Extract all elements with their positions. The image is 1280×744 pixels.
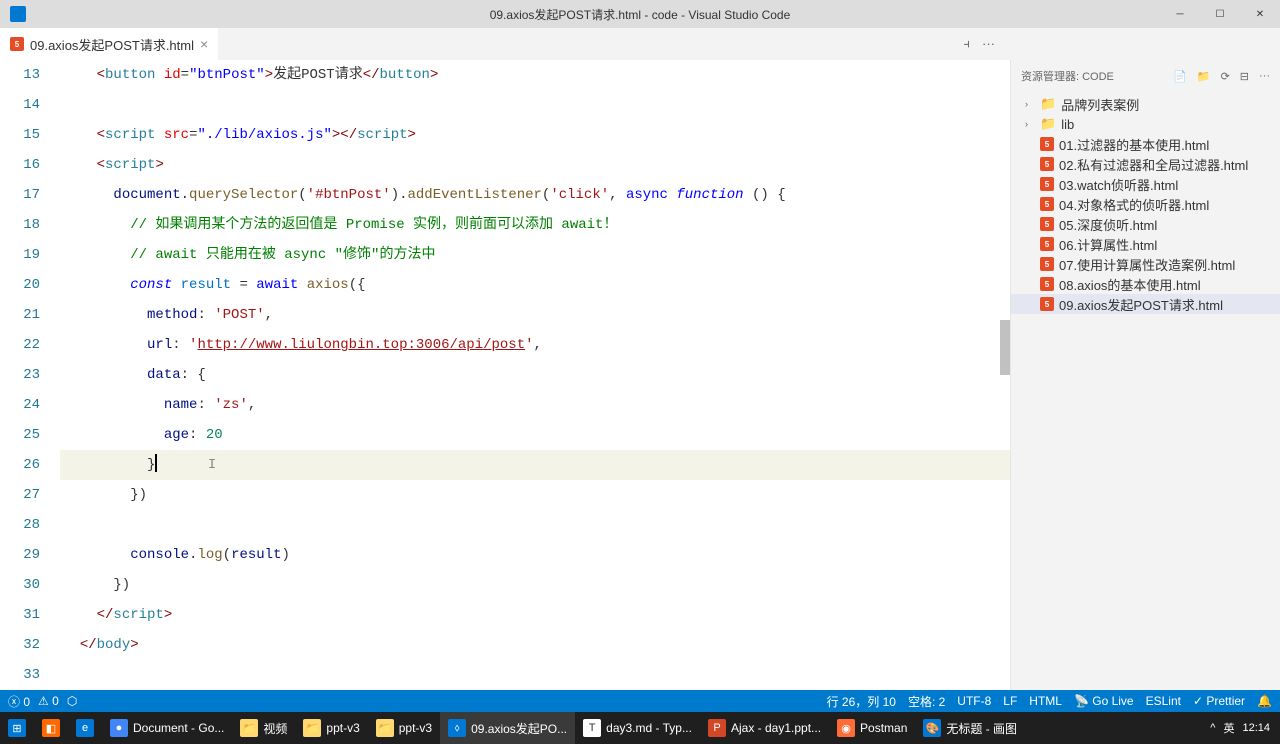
tab-close-icon[interactable]: × — [200, 36, 208, 52]
more-actions-icon[interactable]: ··· — [982, 36, 995, 52]
editor-tab[interactable]: 5 09.axios发起POST请求.html × — [0, 28, 218, 60]
minimize-button[interactable]: ─ — [1160, 0, 1200, 28]
status-encoding[interactable]: UTF-8 — [957, 694, 991, 708]
taskbar-paint[interactable]: 🎨无标题 - 画图 — [915, 712, 1025, 744]
status-eslint[interactable]: ESLint — [1146, 694, 1181, 708]
taskbar-ppt[interactable]: PAjax - day1.ppt... — [700, 712, 829, 744]
tree-file-active[interactable]: 509.axios发起POST请求.html — [1011, 294, 1280, 314]
tree-file[interactable]: 506.计算属性.html — [1011, 234, 1280, 254]
tree-folder-brand[interactable]: ›📁品牌列表案例 — [1011, 94, 1280, 114]
window-title: 09.axios发起POST请求.html - code - Visual St… — [490, 6, 791, 23]
status-warnings[interactable]: ⚠ 0 — [38, 694, 59, 708]
maximize-button[interactable]: ☐ — [1200, 0, 1240, 28]
tray-up-icon[interactable]: ^ — [1210, 722, 1215, 734]
tab-bar: 5 09.axios发起POST请求.html × ⫞ ··· — [0, 28, 1280, 60]
code-editor[interactable]: 13 14 15 16 17 18 19 20 21 22 23 24 25 2… — [0, 60, 1010, 690]
tray-time[interactable]: 12:14 — [1242, 722, 1270, 734]
window-controls: ─ ☐ ✕ — [1160, 0, 1280, 28]
vscode-logo-icon — [10, 6, 26, 22]
more-icon[interactable]: ··· — [1259, 70, 1270, 83]
tree-file[interactable]: 502.私有过滤器和全局过滤器.html — [1011, 154, 1280, 174]
system-tray[interactable]: ^ 英 12:14 — [1210, 720, 1280, 736]
tab-label: 09.axios发起POST请求.html — [30, 35, 194, 54]
tree-file[interactable]: 507.使用计算属性改造案例.html — [1011, 254, 1280, 274]
line-gutter: 13 14 15 16 17 18 19 20 21 22 23 24 25 2… — [0, 60, 60, 690]
status-spaces[interactable]: 空格: 2 — [908, 693, 945, 710]
text-cursor — [155, 454, 157, 472]
taskbar-app[interactable]: ◧ — [34, 712, 68, 744]
taskbar-folder[interactable]: 📁视频 — [232, 712, 295, 744]
status-errors[interactable]: ⓧ 0 — [8, 693, 30, 710]
explorer-header: 资源管理器: CODE 📄 📁 ⟳ ⊟ ··· — [1011, 60, 1280, 92]
collapse-icon[interactable]: ⊟ — [1240, 70, 1249, 83]
tree-file[interactable]: 505.深度侦听.html — [1011, 214, 1280, 234]
tree-file[interactable]: 503.watch侦听器.html — [1011, 174, 1280, 194]
taskbar-chrome[interactable]: ●Document - Go... — [102, 712, 232, 744]
tray-lang[interactable]: 英 — [1223, 720, 1234, 736]
split-editor-icon[interactable]: ⫞ — [964, 36, 971, 52]
new-folder-icon[interactable]: 📁 — [1197, 70, 1211, 83]
new-file-icon[interactable]: 📄 — [1173, 70, 1187, 83]
code-content[interactable]: <button id="btnPost">发起POST请求</button> <… — [60, 60, 1010, 690]
scrollbar-thumb[interactable] — [1000, 320, 1010, 375]
refresh-icon[interactable]: ⟳ — [1221, 70, 1230, 83]
tree-folder-lib[interactable]: ›📁lib — [1011, 114, 1280, 134]
taskbar-postman[interactable]: ◉Postman — [829, 712, 915, 744]
explorer-sidebar: 资源管理器: CODE 📄 📁 ⟳ ⊟ ··· ›📁品牌列表案例 ›📁lib 5… — [1010, 60, 1280, 690]
taskbar-edge[interactable]: e — [68, 712, 102, 744]
status-eol[interactable]: LF — [1003, 694, 1017, 708]
status-bar: ⓧ 0 ⚠ 0 ⬡ 行 26，列 10 空格: 2 UTF-8 LF HTML … — [0, 690, 1280, 712]
html-file-icon: 5 — [10, 37, 24, 51]
status-line-col[interactable]: 行 26，列 10 — [827, 693, 896, 710]
status-prettier[interactable]: ✓ Prettier — [1193, 694, 1245, 708]
tree-file[interactable]: 501.过滤器的基本使用.html — [1011, 134, 1280, 154]
close-button[interactable]: ✕ — [1240, 0, 1280, 28]
tree-file[interactable]: 508.axios的基本使用.html — [1011, 274, 1280, 294]
status-golive[interactable]: 📡 Go Live — [1074, 694, 1134, 708]
start-button[interactable]: ⊞ — [0, 712, 34, 744]
titlebar: 09.axios发起POST请求.html - code - Visual St… — [0, 0, 1280, 28]
file-tree: ›📁品牌列表案例 ›📁lib 501.过滤器的基本使用.html 502.私有过… — [1011, 92, 1280, 316]
tree-file[interactable]: 504.对象格式的侦听器.html — [1011, 194, 1280, 214]
status-port-icon[interactable]: ⬡ — [67, 694, 77, 708]
windows-taskbar: ⊞ ◧ e ●Document - Go... 📁视频 📁ppt-v3 📁ppt… — [0, 712, 1280, 744]
taskbar-folder[interactable]: 📁ppt-v3 — [368, 712, 440, 744]
taskbar-vscode[interactable]: ⬨09.axios发起PO... — [440, 712, 575, 744]
taskbar-typora[interactable]: Tday3.md - Typ... — [575, 712, 700, 744]
editor-actions: ⫞ ··· — [964, 36, 1280, 52]
status-bell-icon[interactable]: 🔔 — [1257, 694, 1272, 708]
taskbar-folder[interactable]: 📁ppt-v3 — [295, 712, 367, 744]
status-language[interactable]: HTML — [1029, 694, 1062, 708]
